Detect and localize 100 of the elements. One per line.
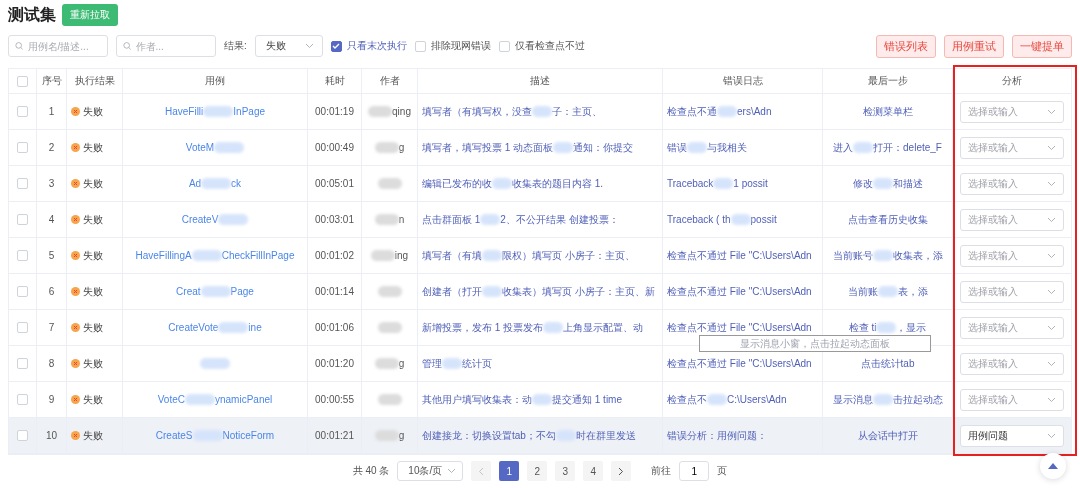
chevron-down-icon (1047, 252, 1056, 259)
text-fragment: InPage (233, 105, 265, 117)
table-row[interactable]: 1 失败 HaveFilli InPage 00:01:19 qing 填写者（有填写权，没查 子：主页、 检查点不通 ers\Adn 检测菜单栏 选择或输入 (9, 94, 1071, 130)
blurred-text (192, 430, 223, 442)
row-checkbox[interactable] (17, 178, 28, 189)
chevron-down-icon (1047, 396, 1056, 403)
text-fragment: HaveFilli (164, 105, 204, 117)
row-checkbox[interactable] (17, 286, 28, 297)
total-count: 共 40 条 (352, 464, 390, 478)
text-fragment: 填写者（有填 (422, 249, 482, 261)
text-fragment: 表，添 (897, 285, 928, 297)
blurred-text (492, 178, 512, 190)
text-fragment: Traceback (667, 177, 714, 189)
text-fragment: 提交通知 1 time (552, 393, 622, 405)
column-header: 错误日志 (722, 74, 763, 88)
text-fragment: NoticeForm (222, 429, 275, 441)
text-fragment: 填写者（有填写权，没查 (422, 105, 532, 117)
text-fragment: g (398, 141, 405, 153)
case-search-field[interactable]: 用例名/描述... (8, 35, 108, 57)
author-search-field[interactable]: 作者... (116, 35, 216, 57)
select-all-checkbox[interactable] (17, 75, 28, 87)
row-number: 5 (48, 250, 55, 261)
text-fragment: 进入 (833, 141, 854, 153)
blurred-text (876, 322, 897, 334)
row-checkbox[interactable] (17, 106, 28, 117)
text-fragment: HaveFillingA (135, 249, 192, 261)
result-text: 失败 (83, 176, 103, 191)
page-button[interactable]: 1 (499, 461, 520, 481)
page-button[interactable]: 3 (555, 461, 576, 481)
column-header: 作者 (379, 74, 400, 88)
blurred-text (185, 394, 215, 406)
table-row[interactable]: 6 失败 Creat Page 00:01:14 创建者（打开 收集表）填写页 小房子：主页、新 检查点不通过 File "C:\Users\Adn 当前账 表，添 选择或输入 (9, 274, 1071, 310)
text-fragment: ine (248, 321, 262, 333)
column-header: 最后一步 (867, 74, 908, 88)
row-checkbox[interactable] (17, 250, 28, 261)
result-text: 失败 (83, 248, 103, 263)
row-checkbox[interactable] (17, 142, 28, 153)
column-header: 用例 (205, 74, 225, 88)
text-fragment: 通知：你提交 (573, 141, 634, 153)
row-number: 7 (48, 322, 55, 333)
blurred-text (872, 394, 893, 406)
table-row[interactable]: 5 失败 HaveFillingA CheckFillInPage 00:01:02 ing 填写者（有填 限权）填写页 小房子：主页、 检查点不通过 File "C:\Users\Adn 当前账号 收集表，添 选择或输入 (9, 238, 1071, 274)
table-row[interactable]: 4 失败 CreateV 00:03:01 n 点击群面板 1 2、不公开结果 创建投票： Traceback ( th possit 点击查看历史收集 选择或输入 (9, 202, 1071, 238)
chevron-down-icon (1047, 360, 1056, 367)
blurred-text (532, 106, 552, 118)
search-icon (123, 41, 132, 51)
blurred-text (713, 178, 734, 190)
chevron-down-icon (1047, 180, 1056, 187)
text-fragment: 点击查看历史收集 (847, 213, 928, 225)
table-row[interactable]: 3 失败 Ad ck 00:05:01 编辑已发布的收 收集表的题目内容 1. Traceback 1 possit 修改 和描述 选择或输入 (9, 166, 1071, 202)
table-row[interactable]: 2 失败 VoteM 00:00:49 g 填写者，填写投票 1 动态面板 通知：你提交 错误 与我相关 进入 打开：delete_F 选择或输入 (9, 130, 1071, 166)
row-checkbox[interactable] (17, 394, 28, 405)
text-fragment: 检查点不通过 File "C:\Users\Adn (667, 357, 812, 369)
text-fragment: qing (392, 105, 411, 117)
duration: 00:05:01 (315, 178, 354, 189)
checkbox-label: 排除现网错误 (430, 39, 491, 53)
duration: 00:01:14 (315, 286, 354, 297)
search-icon (15, 41, 24, 51)
row-checkbox[interactable] (17, 214, 28, 225)
page-button[interactable]: 2 (527, 461, 548, 481)
text-fragment: ck (231, 177, 242, 189)
chevron-down-icon (1047, 288, 1056, 295)
chevron-down-icon (447, 468, 457, 474)
back-to-top-button[interactable] (1040, 453, 1066, 479)
next-page-button[interactable] (611, 461, 632, 481)
page-size-select[interactable]: 10条/页 (397, 461, 464, 481)
text-fragment: 检测菜单栏 (862, 105, 913, 117)
text-fragment: 2、不公开结果 创建投票： (500, 213, 619, 225)
text-fragment: 收集表，添 (892, 249, 943, 261)
text-fragment: 填写者，填写投票 1 动态面板 (422, 141, 554, 153)
blurred-text (482, 250, 502, 262)
row-checkbox[interactable] (17, 430, 28, 441)
blurred-text (872, 178, 893, 190)
blurred-text (482, 286, 502, 298)
result-label: 结果: (224, 39, 247, 53)
table-row[interactable]: 10 失败 CreateS NoticeForm 00:01:21 g 创建接龙：切换设置tab；不勾 时在群里发送 错误分析：用例问题： 从会话中打开 用例问题 (9, 418, 1071, 454)
action-button[interactable]: 错误列表 (876, 34, 936, 58)
page-button[interactable]: 4 (583, 461, 604, 481)
text-fragment: ，显示 (896, 321, 927, 333)
row-number: 1 (48, 106, 55, 117)
text-fragment: VoteC (157, 393, 185, 405)
action-button[interactable]: 用例重试 (944, 34, 1004, 58)
page-suffix: 页 (717, 464, 728, 478)
result-select[interactable]: 失败 (254, 35, 323, 57)
column-header: 执行结果 (74, 74, 115, 88)
table-row[interactable]: 9 失败 VoteC ynamicPanel 00:00:55 其他用户填写收集表：动 提交通知 1 time 检查点不 C:\Users\Adn 显示消息 击拉起动态 选择或输入 (9, 382, 1071, 418)
text-fragment: 子：主页、 (552, 105, 602, 117)
goto-page-field[interactable]: 1 (679, 461, 710, 481)
checkbox[interactable] (330, 40, 342, 52)
analysis-select[interactable]: 用例问题 (960, 424, 1064, 447)
action-button[interactable]: 一键提单 (1012, 34, 1072, 58)
row-checkbox[interactable] (17, 322, 28, 333)
chevron-down-icon (1047, 144, 1056, 151)
text-fragment: 从会话中打开 (857, 429, 918, 441)
blurred-text (687, 142, 707, 154)
text-fragment: CreateS (155, 429, 193, 441)
text-fragment: possit (750, 213, 777, 225)
row-checkbox[interactable] (17, 358, 28, 369)
blurred-text (853, 142, 874, 154)
text-fragment: 修改 (852, 177, 873, 189)
